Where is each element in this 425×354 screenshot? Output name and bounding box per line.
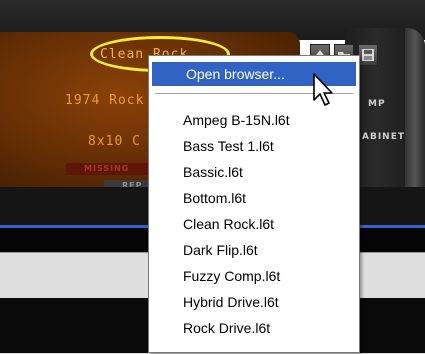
menu-item-preset[interactable]: Clean Rock.l6t (149, 212, 359, 236)
menu-item-preset[interactable]: Rock Drive.l6t (149, 316, 359, 340)
save-icon[interactable] (358, 44, 378, 66)
cabinet-label: ABINET (362, 132, 405, 142)
menu-item-preset[interactable]: Bottom.l6t (149, 186, 359, 210)
amp-model[interactable]: 1974 Rock (65, 93, 144, 108)
amp-label: MP (368, 99, 386, 109)
menu-item-preset[interactable]: Bassic.l6t (149, 160, 359, 184)
mouse-pointer-icon (313, 73, 333, 106)
menu-item-preset[interactable]: Hybrid Drive.l6t (149, 290, 359, 314)
missing-button[interactable]: MISSING (66, 163, 156, 175)
menu-item-preset[interactable]: Bass Test 1.l6t (149, 134, 359, 158)
menu-item-preset[interactable]: Dark Flip.l6t (149, 238, 359, 262)
menu-item-preset[interactable]: Ampeg B-15N.l6t (149, 108, 359, 132)
cab-model[interactable]: 8x10 C (88, 134, 141, 149)
menu-item-preset[interactable]: Fuzzy Comp.l6t (149, 264, 359, 288)
